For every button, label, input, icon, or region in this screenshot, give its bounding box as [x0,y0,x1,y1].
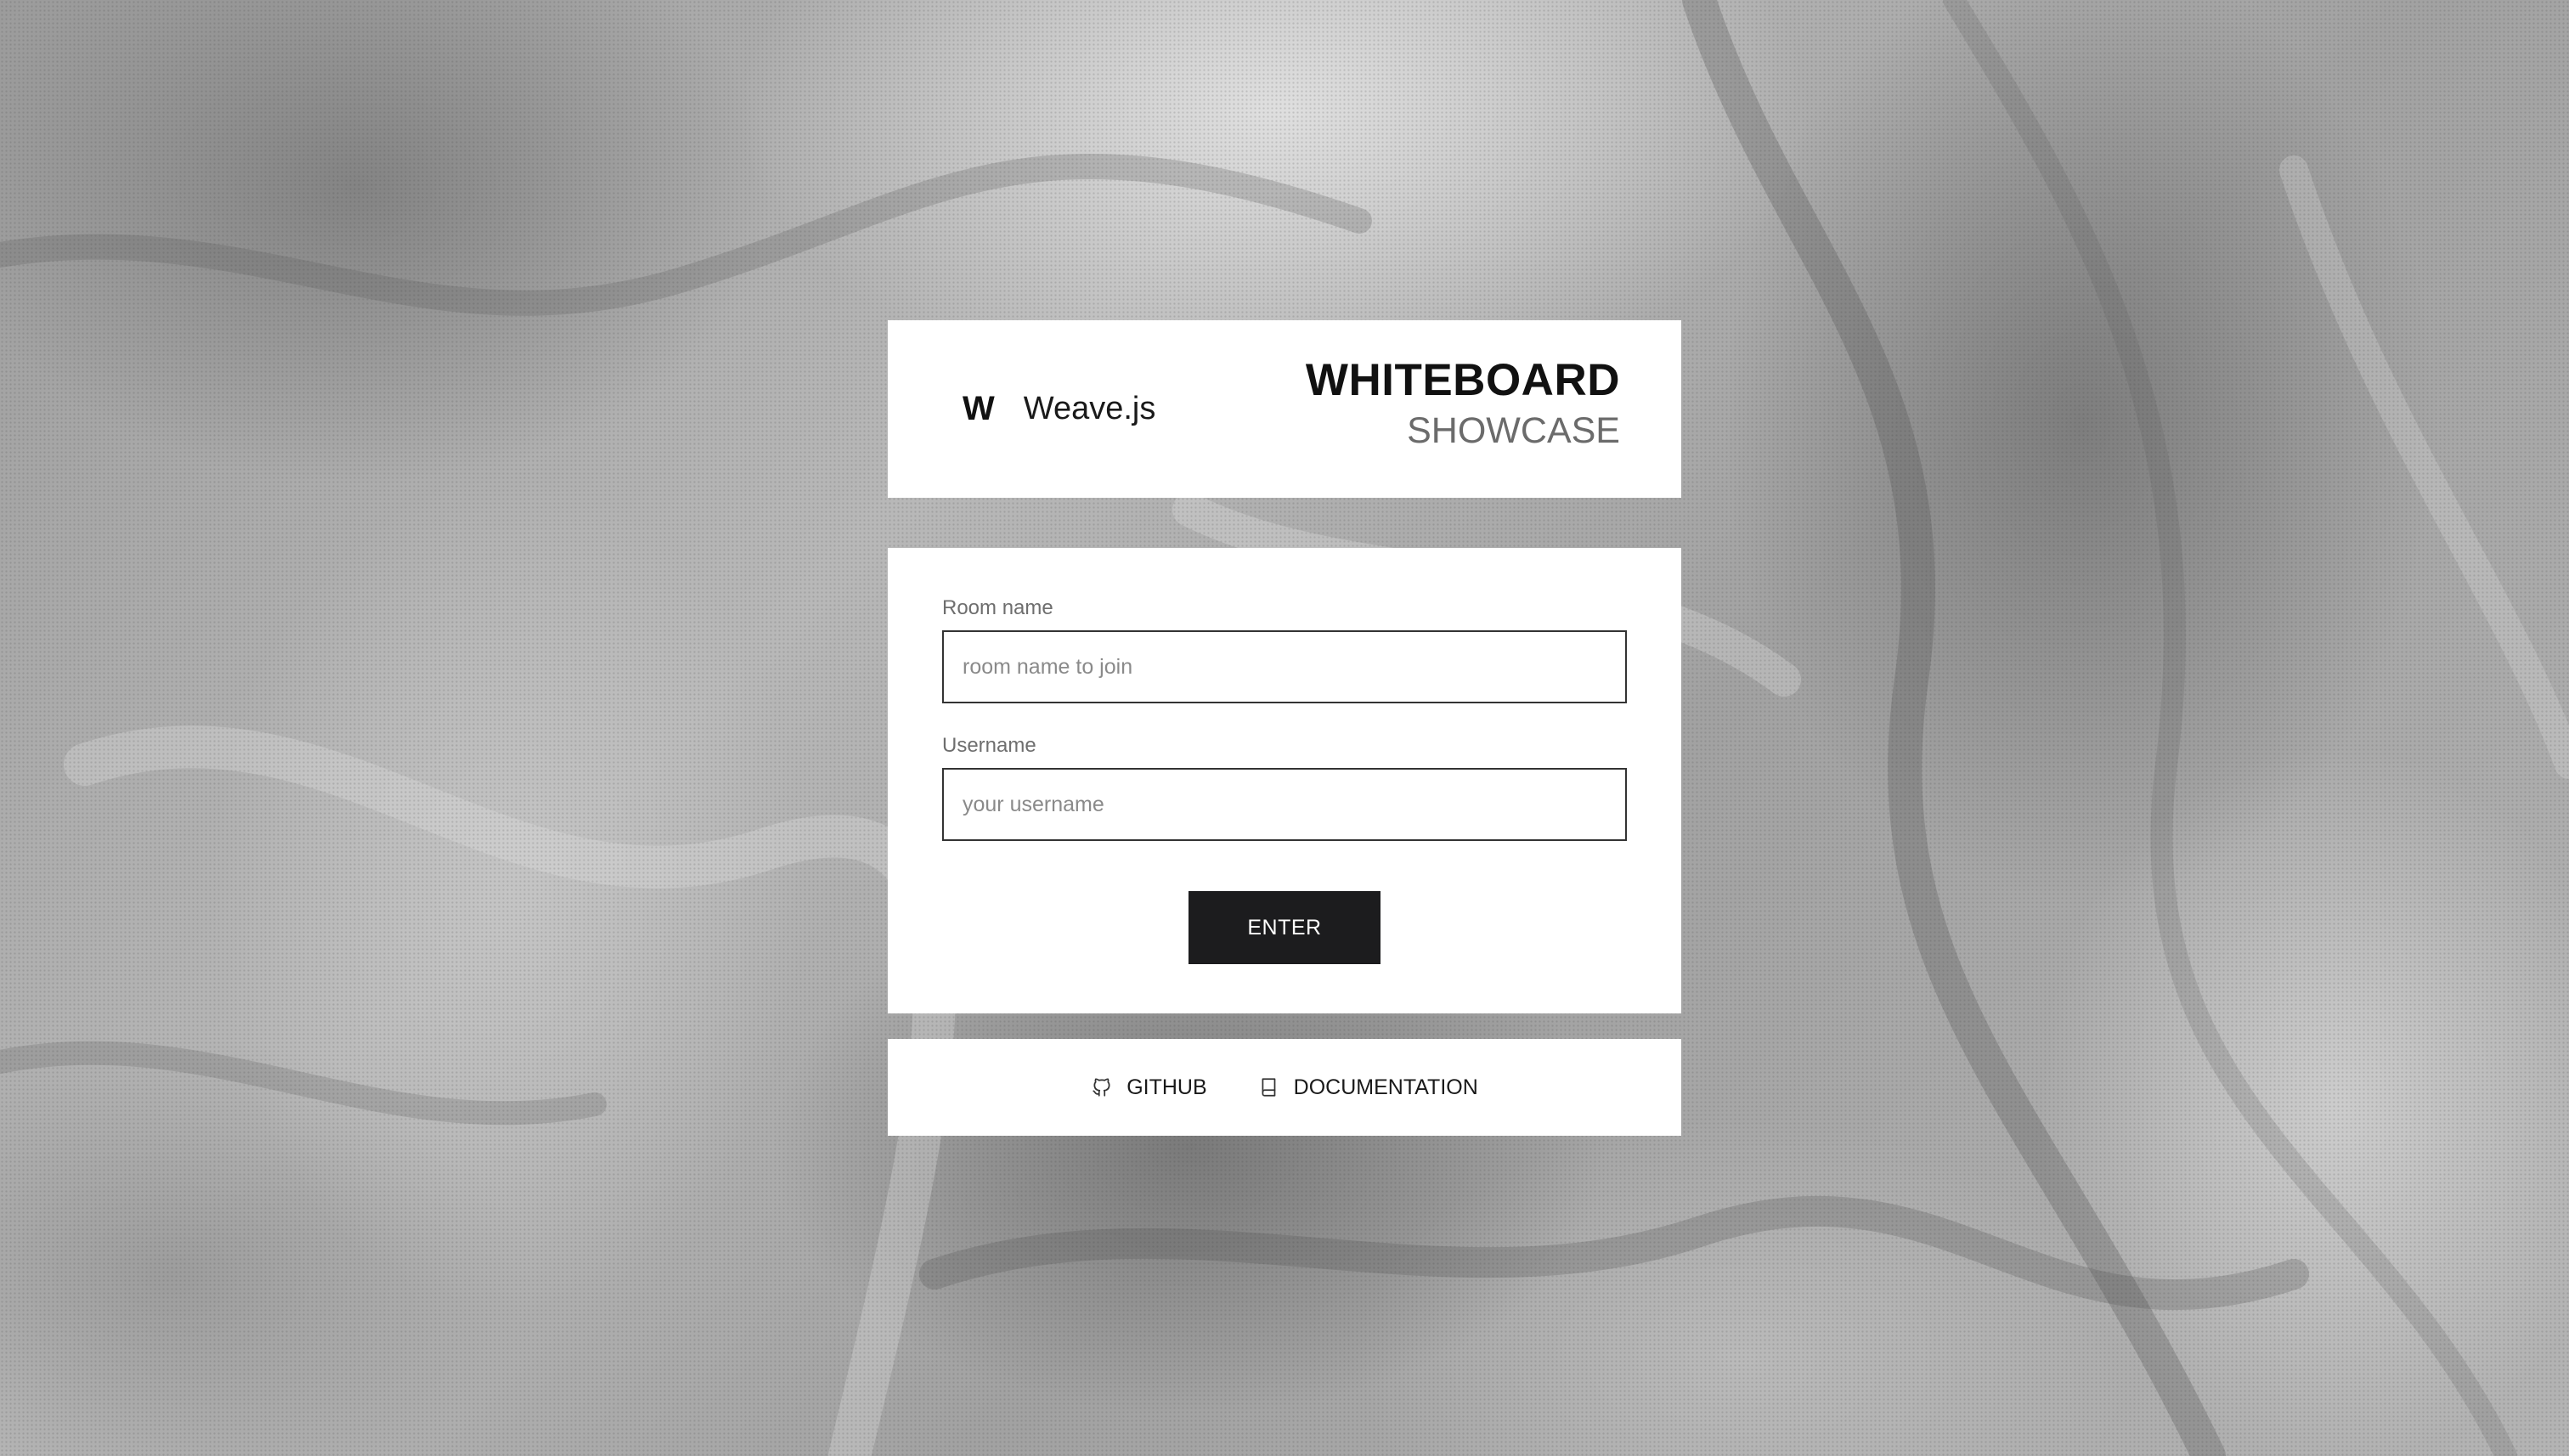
title-subtitle: SHOWCASE [1407,410,1620,451]
enter-button[interactable]: ENTER [1189,891,1380,964]
documentation-link[interactable]: DOCUMENTATION [1258,1075,1478,1100]
join-room-form: Room name Username ENTER [888,548,1681,1013]
brand-logo: W Weave.js [963,392,1155,426]
footer-links: GITHUB DOCUMENTATION [888,1039,1681,1136]
username-input[interactable] [942,768,1627,841]
documentation-link-label: DOCUMENTATION [1293,1075,1478,1099]
weave-logo-icon: W [963,390,995,427]
brand-name: Weave.js [1023,391,1156,426]
room-name-input[interactable] [942,630,1627,703]
github-icon [1091,1076,1113,1098]
book-icon [1258,1076,1280,1098]
github-link[interactable]: GITHUB [1091,1075,1207,1100]
room-name-label: Room name [942,596,1053,619]
github-link-label: GITHUB [1126,1075,1207,1099]
title-main: WHITEBOARD [1305,355,1620,405]
header-panel: W Weave.js WHITEBOARD SHOWCASE [888,320,1681,498]
page-title: WHITEBOARD SHOWCASE [1306,358,1620,449]
username-label: Username [942,734,1036,757]
footer-panel: GITHUB DOCUMENTATION [888,1039,1681,1136]
